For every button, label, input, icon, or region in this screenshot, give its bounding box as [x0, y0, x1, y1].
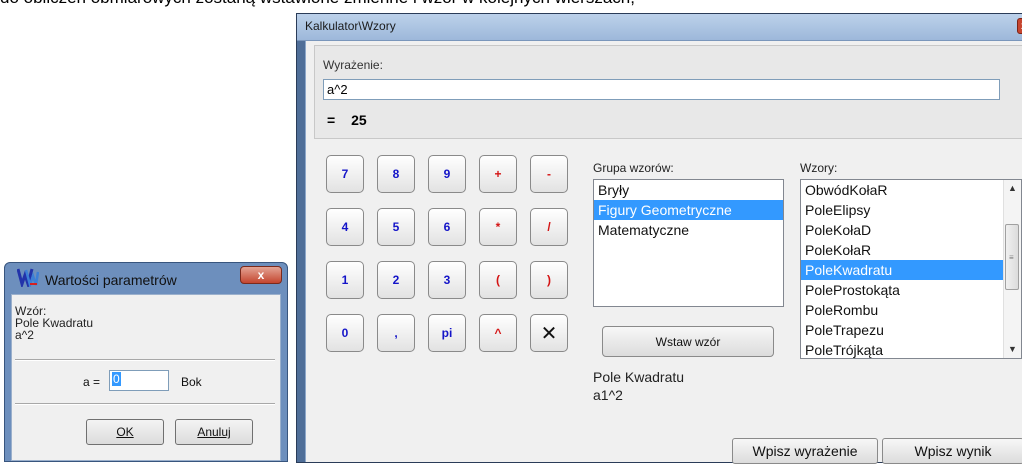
formula-list-item[interactable]: ObwódKołaR [801, 180, 1004, 200]
calculator-client-area: Wyrażenie: a^2 = 25 7 8 9 + - 4 5 6 * / 1 2 3 () 0, pi ^… [305, 41, 1022, 464]
keypad-key[interactable]: * [479, 208, 517, 246]
result-value: 25 [351, 112, 367, 128]
parameters-dialog-title: Wartości parametrów [45, 272, 177, 288]
scroll-thumb[interactable]: ≡ [1005, 224, 1019, 290]
formulas-list-items: ObwódKołaR PoleElipsy PoleKołaD PoleKołaR Po… [801, 180, 1004, 358]
parameters-dialog-client: Wzór: Pole Kwadratu a^2 a = 0 Bok OK Anu… [11, 294, 281, 461]
parameter-label: a = [83, 375, 101, 389]
formula-list-item[interactable]: PoleTrójkąta [801, 340, 1004, 358]
calculator-window-title: Kalkulator\Wzory [305, 19, 396, 33]
grip-icon: ≡ [1009, 253, 1014, 262]
formula-description: Pole Kwadratu a1^2 [593, 368, 684, 404]
formula-expression: a^2 [15, 328, 34, 342]
keypad-key[interactable]: pi [428, 314, 466, 352]
formulas-listbox[interactable]: ObwódKołaR PoleElipsy PoleKołaD PoleKołaR Po… [800, 179, 1022, 359]
close-icon[interactable]: x [1017, 18, 1022, 34]
keypad-key[interactable]: , [377, 314, 415, 352]
formula-list-item[interactable]: PoleKwadratu [801, 260, 1004, 280]
expression-input[interactable]: a^2 [323, 79, 1000, 100]
keypad-key[interactable]: + [479, 155, 517, 193]
divider [15, 359, 275, 361]
group-list-item[interactable]: Matematyczne [594, 220, 783, 240]
parameters-dialog-titlebar[interactable]: Wartości parametrów x [5, 263, 287, 293]
formula-list-item[interactable]: PoleRombu [801, 300, 1004, 320]
document-text: do obliczeń obmiarowych zostaną wstawion… [0, 0, 635, 8]
formula-info: Wzór: Pole Kwadratu a^2 [15, 305, 93, 341]
keypad-key[interactable]: ( [479, 261, 517, 299]
keypad-key[interactable]: ^ [479, 314, 517, 352]
formula-list-item[interactable]: PoleKołaR [801, 240, 1004, 260]
result-display: = 25 [327, 112, 367, 128]
formula-list-item[interactable]: PoleKołaD [801, 220, 1004, 240]
write-result-button[interactable]: Wpisz wynik [882, 438, 1022, 464]
keypad-key[interactable]: ✕ [530, 314, 568, 352]
parameter-input[interactable]: 0 [109, 370, 169, 391]
calculator-window: Kalkulator\Wzory x Wyrażenie: a^2 = 25 7… [296, 13, 1022, 464]
parameter-description: Bok [181, 375, 202, 389]
formula-list-item[interactable]: PoleElipsy [801, 200, 1004, 220]
expression-panel: Wyrażenie: a^2 = 25 [314, 45, 1022, 139]
formula-expression: a1^2 [593, 387, 623, 403]
keypad-key[interactable]: - [530, 155, 568, 193]
write-expression-button[interactable]: Wpisz wyrażenie [732, 438, 878, 464]
calculator-titlebar[interactable]: Kalkulator\Wzory x [297, 14, 1022, 41]
parameters-dialog: Wartości parametrów x Wzór: Pole Kwadrat… [4, 262, 288, 462]
expression-label: Wyrażenie: [323, 58, 383, 72]
formula-list-item[interactable]: PoleProstokąta [801, 280, 1004, 300]
group-listbox[interactable]: Bryły Figury Geometryczne Matematyczne [593, 179, 784, 307]
formula-list-item[interactable]: PoleTrapezu [801, 320, 1004, 340]
keypad-key[interactable]: 8 [377, 155, 415, 193]
formulas-list-label: Wzory: [800, 161, 838, 175]
group-list-item[interactable]: Figury Geometryczne [594, 200, 783, 220]
result-equals-sign: = [327, 112, 336, 128]
formula-name: Pole Kwadratu [593, 369, 685, 385]
group-list-label: Grupa wzorów: [593, 161, 674, 175]
scroll-down-arrow-icon[interactable]: ▼ [1004, 341, 1021, 358]
keypad-key[interactable]: 3 [428, 261, 466, 299]
keypad-key[interactable]: ) [530, 261, 568, 299]
keypad-key[interactable]: 1 [326, 261, 364, 299]
keypad-key[interactable]: 9 [428, 155, 466, 193]
keypad-key[interactable]: 5 [377, 208, 415, 246]
keypad-key[interactable]: 4 [326, 208, 364, 246]
ok-button[interactable]: OK [86, 419, 164, 445]
keypad-key[interactable]: / [530, 208, 568, 246]
app-logo-icon [17, 268, 39, 287]
formulas-scrollbar[interactable]: ▲ ≡ ▼ [1003, 180, 1021, 358]
group-list-item[interactable]: Bryły [594, 180, 783, 200]
cancel-button[interactable]: Anuluj [175, 419, 253, 445]
divider [15, 403, 275, 405]
keypad-key[interactable]: 7 [326, 155, 364, 193]
insert-formula-button[interactable]: Wstaw wzór [602, 326, 774, 357]
keypad-key[interactable]: 0 [326, 314, 364, 352]
close-icon[interactable]: x [240, 266, 282, 284]
scroll-up-arrow-icon[interactable]: ▲ [1004, 180, 1021, 197]
parameter-value: 0 [112, 372, 121, 386]
keypad-key[interactable]: 2 [377, 261, 415, 299]
keypad-key[interactable]: 6 [428, 208, 466, 246]
